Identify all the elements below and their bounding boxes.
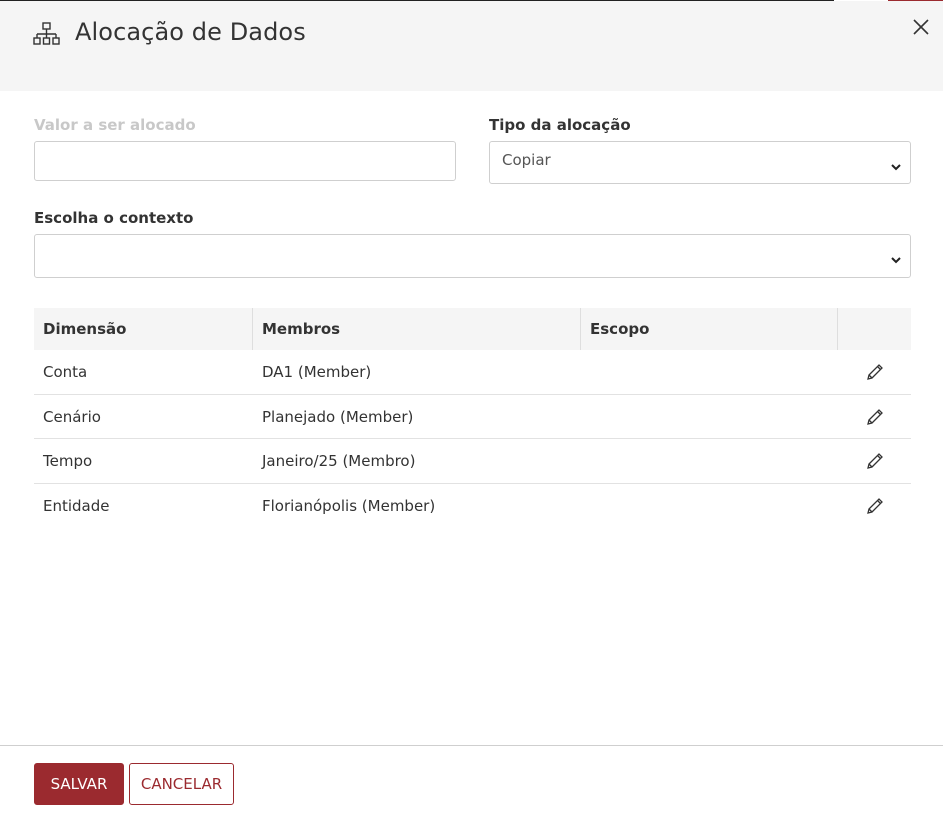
cell-dimensao: Tempo: [43, 452, 93, 470]
cell-escopo: [581, 484, 590, 528]
table-row: Cenário Planejado (Member): [34, 395, 911, 439]
dimension-table: Dimensão Membros Escopo Conta DA1 (Membe…: [34, 308, 911, 528]
cell-escopo: [581, 439, 590, 483]
cell-escopo: [581, 395, 590, 439]
table-row: Tempo Janeiro/25 (Membro): [34, 439, 911, 484]
chevron-down-icon: [890, 251, 902, 264]
pencil-icon[interactable]: [865, 407, 885, 427]
column-header-dimensao[interactable]: Dimensão: [34, 308, 126, 350]
contexto-select[interactable]: [34, 234, 911, 278]
pencil-icon[interactable]: [865, 451, 885, 471]
tipo-selected-value: Copiar: [502, 151, 551, 169]
cell-membros: DA1 (Member): [262, 363, 372, 381]
dialog-title: Alocação de Dados: [75, 18, 306, 46]
column-header-escopo[interactable]: Escopo: [581, 308, 649, 350]
save-button[interactable]: SALVAR: [34, 763, 124, 805]
hierarchy-icon: [33, 21, 61, 49]
cell-membros: Planejado (Member): [262, 407, 414, 426]
cell-dimensao: Entidade: [43, 496, 110, 515]
allocation-dialog: Alocação de Dados Valor a ser alocado Ti…: [0, 0, 943, 825]
chevron-down-icon: [890, 158, 902, 170]
cancel-button[interactable]: CANCELAR: [129, 763, 234, 805]
column-header-actions: [838, 308, 847, 350]
valor-input[interactable]: [34, 141, 456, 181]
table-row: Entidade Florianópolis (Member): [34, 484, 911, 529]
table-row: Conta DA1 (Member): [34, 350, 911, 395]
footer-divider: [0, 745, 943, 746]
table-header: Dimensão Membros Escopo: [34, 308, 911, 350]
column-header-membros[interactable]: Membros: [253, 308, 340, 350]
cell-dimensao: Conta: [43, 363, 88, 381]
cell-membros: Florianópolis (Member): [262, 496, 436, 515]
cell-escopo: [581, 350, 590, 394]
cell-membros: Janeiro/25 (Membro): [262, 452, 416, 470]
dialog-header: Alocação de Dados: [0, 1, 943, 91]
cell-dimensao: Cenário: [43, 407, 101, 426]
tipo-label: Tipo da alocação: [489, 116, 631, 134]
pencil-icon[interactable]: [865, 362, 885, 382]
pencil-icon[interactable]: [865, 496, 885, 516]
contexto-label: Escolha o contexto: [34, 209, 194, 227]
close-icon[interactable]: [909, 15, 933, 39]
tipo-select[interactable]: Copiar: [489, 141, 911, 184]
valor-label: Valor a ser alocado: [34, 116, 196, 134]
